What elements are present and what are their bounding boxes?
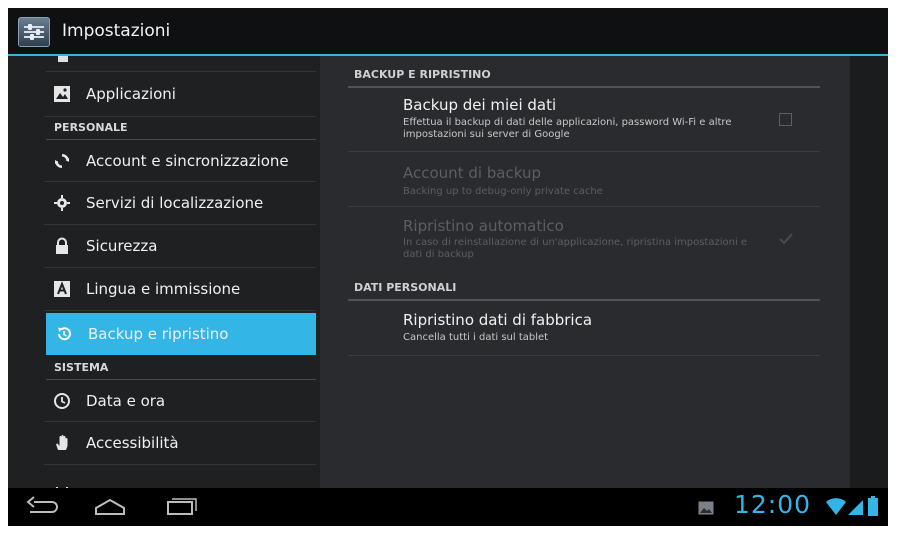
sidebar-item-data-ora[interactable]: Data e ora <box>44 380 316 422</box>
wifi-icon <box>826 498 846 516</box>
sidebar-item-label: Account e sincronizzazione <box>86 151 289 170</box>
sync-icon <box>52 151 72 171</box>
backup-settings-panel: BACKUP E RIPRISTINO Backup dei miei dati… <box>320 56 850 488</box>
row-summary: Effettua il backup di dati delle applica… <box>403 117 732 140</box>
system-navigation-bar: 12:00 <box>8 488 888 526</box>
section-header-personale: PERSONALE <box>46 118 316 140</box>
clock-icon <box>52 391 72 411</box>
page-title: Impostazioni <box>62 21 171 41</box>
home-button[interactable] <box>90 496 130 518</box>
sidebar-item-applicazioni[interactable]: Applicazioni <box>44 72 316 117</box>
apps-icon <box>52 84 72 104</box>
backup-my-data-row[interactable]: Backup dei miei dati Effettua il backup … <box>348 88 820 152</box>
row-title: Backup dei miei dati <box>403 96 557 114</box>
backup-account-row: Account di backup Backing up to debug-on… <box>348 152 820 207</box>
section-header-sistema: SISTEMA <box>46 358 316 380</box>
back-arrow-icon <box>26 496 58 513</box>
sidebar-item-label: Accessibilità <box>86 434 179 452</box>
back-button[interactable] <box>24 496 60 518</box>
recent-apps-icon <box>167 498 197 515</box>
sidebar-item-label: Lingua e immissione <box>86 280 241 298</box>
sidebar-item-partial[interactable] <box>44 465 316 488</box>
developer-icon <box>52 475 72 488</box>
battery-icon <box>868 496 878 516</box>
signal-icon <box>848 498 864 516</box>
lock-icon <box>52 236 72 256</box>
auto-restore-checkmark <box>778 231 794 245</box>
section-header-dati-personali: DATI PERSONALI <box>348 279 820 301</box>
row-title: Ripristino dati di fabbrica <box>403 311 593 329</box>
sidebar-item-backup[interactable]: Backup e ripristino <box>46 313 316 355</box>
hand-icon <box>52 433 72 453</box>
sidebar-item-label: Backup e ripristino <box>88 325 229 343</box>
backup-checkbox[interactable] <box>779 113 792 126</box>
auto-restore-row: Ripristino automatico In caso di reinsta… <box>348 207 820 269</box>
row-summary: Backing up to debug-only private cache <box>403 186 603 197</box>
language-icon <box>52 279 72 299</box>
row-summary: In caso di reinstallazione di un'applica… <box>403 237 748 260</box>
sidebar-item-lingua[interactable]: Lingua e immissione <box>44 268 316 311</box>
sidebar-item-label: Data e ora <box>86 391 166 410</box>
clock[interactable]: 12:00 <box>734 490 811 519</box>
action-bar: Impostazioni <box>8 8 888 56</box>
location-icon <box>52 193 72 213</box>
sidebar-item-localizzazione[interactable]: Servizi di localizzazione <box>44 182 316 225</box>
sidebar-item-label: Servizi di localizzazione <box>86 194 264 212</box>
settings-app-icon[interactable] <box>18 17 50 47</box>
row-title: Ripristino automatico <box>403 217 564 235</box>
home-icon <box>95 498 125 515</box>
scrolled-list-item[interactable] <box>46 56 316 72</box>
backup-icon <box>54 324 74 344</box>
settings-category-list[interactable]: Applicazioni PERSONALE Account e sincron… <box>8 56 320 488</box>
row-title: Account di backup <box>403 164 542 182</box>
sidebar-item-label: Applicazioni <box>86 85 176 103</box>
sidebar-item-sicurezza[interactable]: Sicurezza <box>44 225 316 268</box>
sidebar-item-account[interactable]: Account e sincronizzazione <box>44 140 316 182</box>
row-summary: Cancella tutti i dati sul tablet <box>403 332 549 343</box>
sidebar-item-label: Sicurezza <box>86 237 158 255</box>
factory-reset-row[interactable]: Ripristino dati di fabbrica Cancella tut… <box>348 301 820 356</box>
sidebar-item-accessibilita[interactable]: Accessibilità <box>44 422 316 465</box>
section-header-backup: BACKUP E RIPRISTINO <box>348 66 820 88</box>
recent-apps-button[interactable] <box>162 496 198 518</box>
tablet-screen: Impostazioni Applicazioni PERSONALE Acco… <box>8 8 888 526</box>
screenshot-notification-icon[interactable] <box>698 500 714 515</box>
